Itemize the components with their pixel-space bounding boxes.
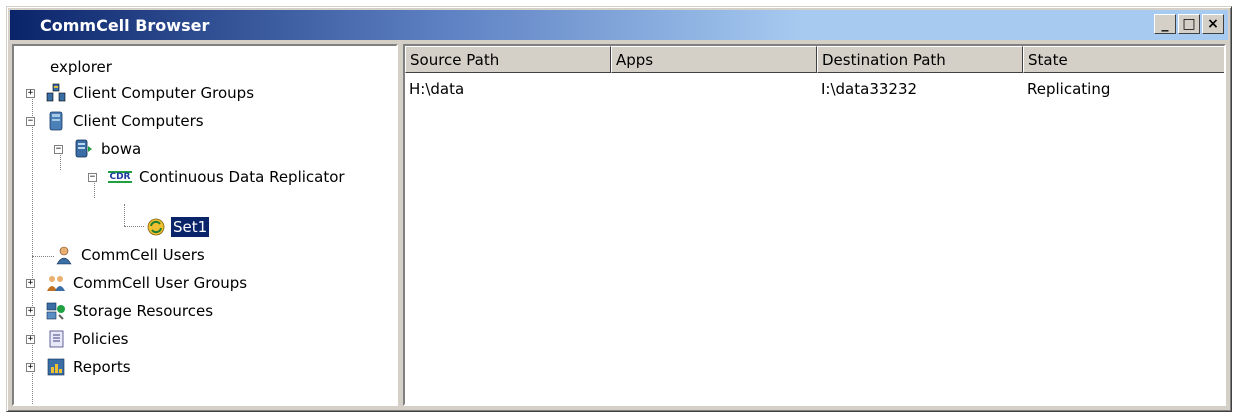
details-list-pane[interactable]: Source Path Apps Destination Path State … bbox=[403, 44, 1226, 406]
tree-item-commcell-user-groups[interactable]: + CommCell User Groups bbox=[26, 270, 249, 296]
tree-item-label: CommCell Users bbox=[81, 246, 205, 264]
tree-connector bbox=[124, 226, 144, 227]
tree-item-reports[interactable]: + Reports bbox=[26, 354, 133, 380]
window-title: CommCell Browser bbox=[40, 15, 210, 35]
cdr-icon: CDR bbox=[108, 171, 132, 183]
tree-item-label: bowa bbox=[101, 140, 142, 158]
content-area: explorer + Client Computer Groups − Clie… bbox=[12, 44, 1226, 406]
user-group-icon bbox=[46, 273, 66, 293]
column-header-label: State bbox=[1028, 50, 1068, 69]
collapse-minus-icon[interactable]: − bbox=[26, 117, 35, 126]
user-icon bbox=[54, 245, 74, 265]
column-header-label: Source Path bbox=[410, 50, 500, 69]
storage-resources-icon bbox=[46, 301, 66, 321]
cell-destination-path: I:\data33232 bbox=[821, 80, 918, 98]
column-header-destination-path[interactable]: Destination Path bbox=[817, 46, 1023, 73]
tree-item-label: Policies bbox=[73, 330, 129, 348]
tree-item-set1[interactable]: Set1 bbox=[146, 214, 211, 240]
tree-item-continuous-data-replicator[interactable]: − CDR Continuous Data Replicator bbox=[88, 164, 347, 190]
expand-plus-icon[interactable]: + bbox=[26, 363, 35, 372]
expand-plus-icon[interactable]: + bbox=[26, 89, 35, 98]
minimize-icon: _ bbox=[1161, 16, 1169, 32]
computer-group-icon bbox=[46, 83, 66, 103]
close-button[interactable]: × bbox=[1202, 14, 1224, 34]
tree-item-commcell-users[interactable]: CommCell Users bbox=[54, 242, 207, 268]
tree-item-policies[interactable]: + Policies bbox=[26, 326, 130, 352]
tree-item-label: Reports bbox=[73, 358, 131, 376]
tree-item-label: CommCell User Groups bbox=[73, 274, 248, 292]
tree-item-label: Continuous Data Replicator bbox=[139, 168, 345, 186]
tree-root[interactable]: explorer bbox=[48, 54, 114, 80]
collapse-minus-icon[interactable]: − bbox=[54, 145, 63, 154]
tree-item-storage-resources[interactable]: + Storage Resources bbox=[26, 298, 215, 324]
tree-pane[interactable]: explorer + Client Computer Groups − Clie… bbox=[12, 44, 398, 406]
replication-set-icon bbox=[146, 217, 166, 237]
tree-item-bowa[interactable]: − bowa bbox=[54, 136, 143, 162]
tree-connector bbox=[124, 204, 125, 226]
column-header-source-path[interactable]: Source Path bbox=[405, 46, 611, 73]
expand-plus-icon[interactable]: + bbox=[26, 307, 35, 316]
tree-item-label: Set1 bbox=[169, 216, 211, 238]
tree-root-label: explorer bbox=[50, 58, 112, 76]
cell-state: Replicating bbox=[1027, 80, 1111, 98]
title-bar[interactable]: CommCell Browser _ □ × bbox=[10, 10, 1228, 40]
tree-item-label: Client Computers bbox=[73, 112, 204, 130]
collapse-minus-icon[interactable]: − bbox=[88, 173, 97, 182]
column-header-apps[interactable]: Apps bbox=[611, 46, 817, 73]
expand-plus-icon[interactable]: + bbox=[26, 279, 35, 288]
maximize-button[interactable]: □ bbox=[1178, 14, 1200, 34]
column-header-label: Destination Path bbox=[822, 50, 946, 69]
close-icon: × bbox=[1207, 16, 1219, 32]
tree-item-client-computer-groups[interactable]: + Client Computer Groups bbox=[26, 80, 256, 106]
tree-item-label: Storage Resources bbox=[73, 302, 214, 320]
policies-icon bbox=[46, 329, 66, 349]
expand-plus-icon[interactable]: + bbox=[26, 335, 35, 344]
cell-apps bbox=[611, 76, 815, 102]
minimize-button[interactable]: _ bbox=[1154, 14, 1176, 34]
window-controls: _ □ × bbox=[1154, 14, 1224, 34]
column-header-label: Apps bbox=[616, 50, 654, 69]
tree-item-label: Client Computer Groups bbox=[73, 84, 255, 102]
maximize-icon: □ bbox=[1182, 16, 1196, 32]
reports-icon bbox=[46, 357, 66, 377]
tree-connector bbox=[32, 256, 54, 257]
commcell-browser-window: CommCell Browser _ □ × explorer + Client… bbox=[6, 6, 1232, 412]
client-computer-icon bbox=[74, 139, 94, 159]
column-header-state[interactable]: State bbox=[1023, 46, 1224, 73]
cell-source-path: H:\data bbox=[409, 80, 465, 98]
server-icon bbox=[46, 111, 66, 131]
tree-item-client-computers[interactable]: − Client Computers bbox=[26, 108, 206, 134]
